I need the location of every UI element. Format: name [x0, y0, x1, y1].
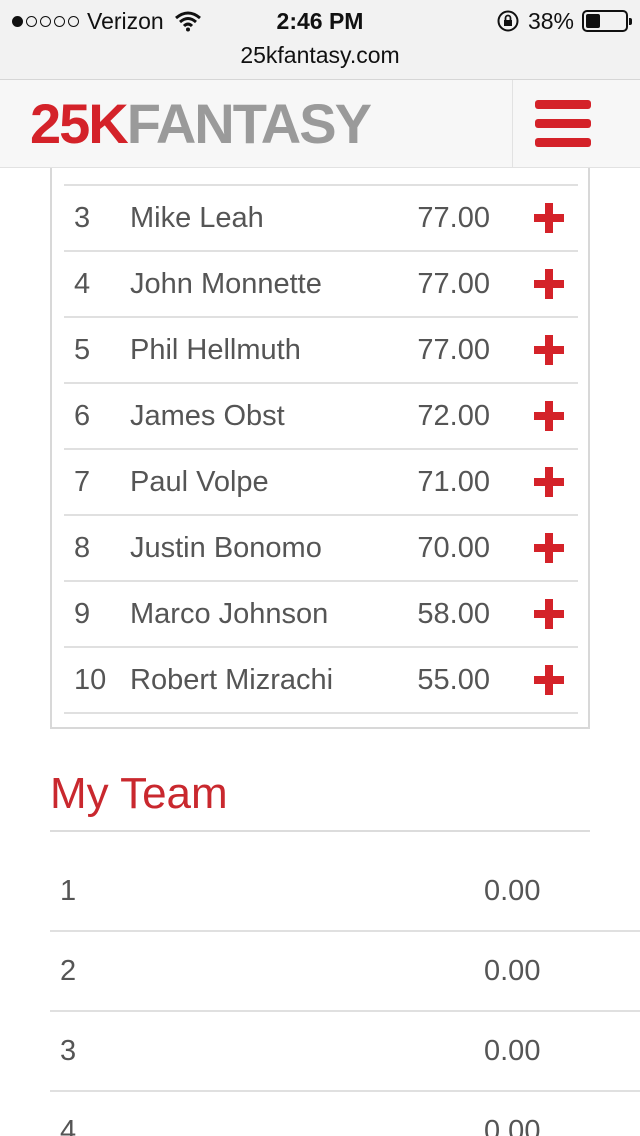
team-slot-score: 0.00 [484, 875, 541, 907]
my-team-list: 1 0.00 2 0.00 3 0.00 4 0.00 [50, 852, 640, 1136]
team-slot-row: 3 0.00 [50, 1012, 640, 1092]
player-rank: 9 [74, 598, 91, 630]
add-player-icon[interactable] [534, 203, 564, 233]
battery-icon [582, 10, 632, 32]
add-player-icon[interactable] [534, 401, 564, 431]
player-name: Phil Hellmuth [130, 334, 301, 366]
status-bar: Verizon 2:46 PM 38% 25kfantasy.com [0, 0, 640, 80]
player-rank: 10 [74, 664, 107, 696]
site-logo[interactable]: 25KFANTASY [30, 92, 372, 156]
team-slot-row: 2 0.00 [50, 932, 640, 1012]
player-score: 55.00 [417, 664, 490, 696]
add-player-icon[interactable] [534, 665, 564, 695]
player-row: 6 James Obst 72.00 [64, 384, 578, 450]
team-slot-number: 3 [60, 1035, 77, 1067]
player-row: 10 Robert Mizrachi 55.00 [64, 648, 578, 714]
player-rank: 6 [74, 400, 91, 432]
battery-fill [586, 14, 601, 28]
hamburger-menu-icon-bar [535, 119, 591, 128]
player-rank: 4 [74, 268, 91, 300]
player-rank: 8 [74, 532, 91, 564]
player-name: Robert Mizrachi [130, 664, 334, 696]
player-name: Mike Leah [130, 202, 264, 234]
player-name: Justin Bonomo [130, 532, 322, 564]
player-name: James Obst [130, 400, 285, 432]
player-row: 7 Paul Volpe 71.00 [64, 450, 578, 516]
team-slot-number: 1 [60, 875, 77, 907]
hamburger-menu-icon-bar [535, 138, 591, 147]
player-score: 77.00 [417, 268, 490, 300]
player-rank: 3 [74, 202, 91, 234]
menu-button[interactable] [512, 80, 640, 168]
team-slot-score: 0.00 [484, 1115, 541, 1136]
site-header: 25KFANTASY [0, 80, 640, 168]
add-player-icon[interactable] [534, 269, 564, 299]
hamburger-menu-icon [535, 100, 591, 109]
player-row: 3 Mike Leah 77.00 [64, 186, 578, 252]
player-score: 71.00 [417, 466, 490, 498]
add-player-icon[interactable] [534, 335, 564, 365]
player-score: 72.00 [417, 400, 490, 432]
rotation-lock-icon [497, 10, 519, 32]
address-bar-url[interactable]: 25kfantasy.com [0, 40, 640, 70]
player-name: Paul Volpe [130, 466, 269, 498]
team-slot-number: 2 [60, 955, 77, 987]
logo-text-fantasy: FANTASY [126, 92, 372, 155]
team-slot-row: 4 0.00 [50, 1092, 640, 1136]
add-player-icon[interactable] [534, 533, 564, 563]
player-name: Marco Johnson [130, 598, 329, 630]
player-score: 70.00 [417, 532, 490, 564]
player-ranking-panel: 3 Mike Leah 77.00 4 John Monnette 77.00 5 Phil … [50, 168, 590, 729]
player-name: John Monnette [130, 268, 322, 300]
my-team-heading: My Team [50, 769, 228, 818]
player-rank: 7 [74, 466, 91, 498]
player-score: 77.00 [417, 202, 490, 234]
team-slot-score: 0.00 [484, 955, 541, 987]
player-row: 8 Justin Bonomo 70.00 [64, 516, 578, 582]
player-row: 9 Marco Johnson 58.00 [64, 582, 578, 648]
divider [50, 830, 590, 832]
player-score: 58.00 [417, 598, 490, 630]
logo-text-25k: 25K [30, 92, 129, 155]
player-row: 4 John Monnette 77.00 [64, 252, 578, 318]
add-player-icon[interactable] [534, 599, 564, 629]
battery-percent: 38% [527, 7, 574, 34]
player-list: 3 Mike Leah 77.00 4 John Monnette 77.00 5 Phil … [64, 184, 578, 714]
battery-nub [629, 18, 632, 25]
team-slot-number: 4 [60, 1115, 77, 1136]
team-slot-score: 0.00 [484, 1035, 541, 1067]
player-score: 77.00 [417, 334, 490, 366]
player-row: 5 Phil Hellmuth 77.00 [64, 318, 578, 384]
team-slot-row: 1 0.00 [50, 852, 640, 932]
player-rank: 5 [74, 334, 91, 366]
add-player-icon[interactable] [534, 467, 564, 497]
status-right: 38% [496, 6, 632, 36]
